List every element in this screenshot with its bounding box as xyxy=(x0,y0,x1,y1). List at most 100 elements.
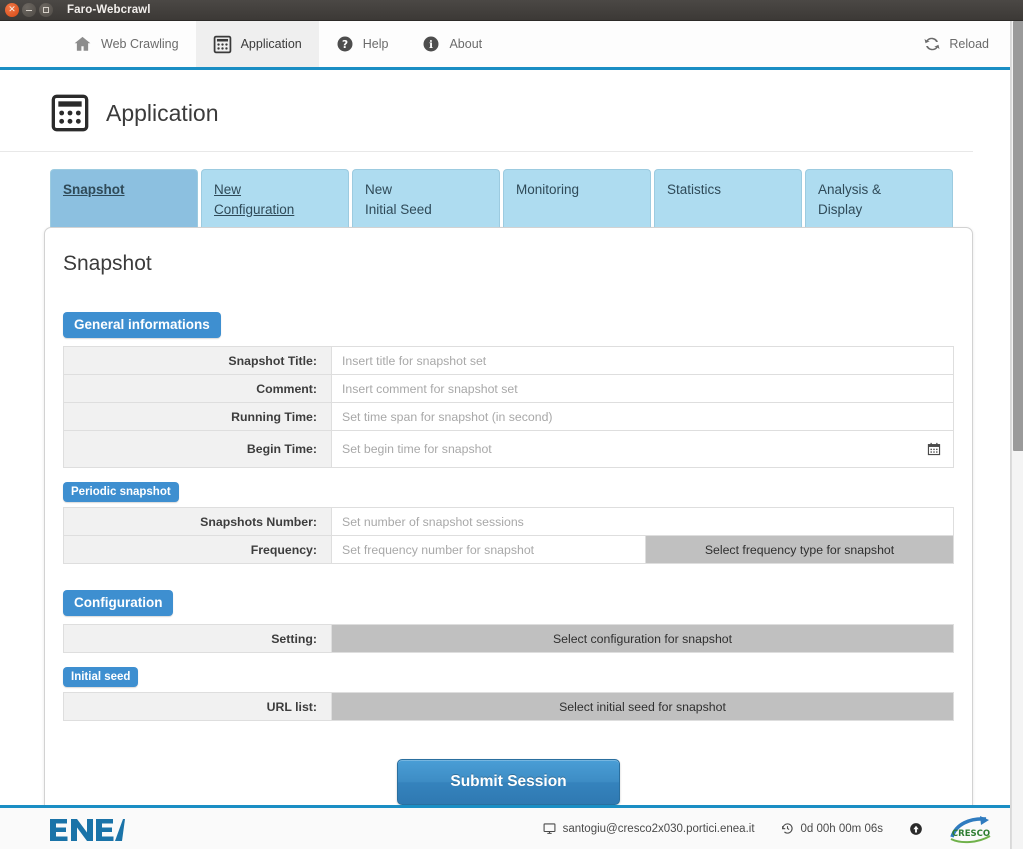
tab-new-configuration[interactable]: New Configuration xyxy=(201,169,349,228)
initial-seed-select[interactable]: Select initial seed for snapshot xyxy=(332,693,953,721)
page-body: Application Snapshot New Configuration N… xyxy=(0,73,1011,805)
footer-status-indicator[interactable] xyxy=(909,822,923,836)
field-label: Snapshot Title: xyxy=(64,347,332,375)
configuration-fields: Setting: Select configuration for snapsh… xyxy=(63,624,954,654)
enea-logo xyxy=(48,816,128,842)
snapshots-number-input[interactable]: Set number of snapshot sessions xyxy=(332,508,953,536)
tab-analysis-display[interactable]: Analysis & Display xyxy=(805,169,953,228)
arrow-up-circle-icon xyxy=(909,822,923,836)
initial-seed-fields: URL list: Select initial seed for snapsh… xyxy=(63,692,954,722)
field-label: Snapshots Number: xyxy=(64,508,332,536)
nav-item-about[interactable]: i About xyxy=(405,21,499,67)
tab-label: Monitoring xyxy=(516,182,580,197)
home-icon xyxy=(73,35,92,53)
configuration-select[interactable]: Select configuration for snapshot xyxy=(332,625,953,653)
nav-item-help[interactable]: ? Help xyxy=(319,21,406,67)
field-row-snapshot-title: Snapshot Title: Insert title for snapsho… xyxy=(64,347,953,376)
svg-text:i: i xyxy=(429,39,433,51)
submit-session-button[interactable]: Submit Session xyxy=(397,759,620,805)
tab-label-line1: Analysis & xyxy=(818,182,882,197)
window-titlebar: ✕ Faro-Webcrawl xyxy=(0,0,1023,21)
tab-monitoring[interactable]: Monitoring xyxy=(503,169,651,228)
section-badge-configuration: Configuration xyxy=(63,590,174,617)
begin-time-input[interactable]: Set begin time for snapshot xyxy=(332,431,953,468)
info-circle-icon: i xyxy=(422,35,440,53)
reload-button[interactable]: Reload xyxy=(906,21,1023,67)
tab-label-line1: New xyxy=(214,182,242,197)
field-row-url-list: URL list: Select initial seed for snapsh… xyxy=(64,693,953,722)
section-badge-periodic: Periodic snapshot xyxy=(63,482,179,503)
tab-label-line2: Initial Seed xyxy=(365,201,432,217)
tab-strip: Snapshot New Configuration New Initial S… xyxy=(0,152,1011,228)
window-title: Faro-Webcrawl xyxy=(67,4,151,16)
minimize-icon[interactable] xyxy=(22,3,36,17)
vertical-scrollbar[interactable] xyxy=(1011,21,1023,849)
field-row-begin-time: Begin Time: Set begin time for snapshot xyxy=(64,431,953,469)
window-controls: ✕ xyxy=(5,3,53,17)
page-title: Application xyxy=(106,99,219,126)
snapshot-title-input[interactable]: Insert title for snapshot set xyxy=(332,347,953,375)
field-label: Setting: xyxy=(64,625,332,653)
nav-label: Help xyxy=(362,37,389,51)
section-badge-general: General informations xyxy=(63,312,221,339)
nav-label: Application xyxy=(240,37,302,51)
nav-label: About xyxy=(449,37,483,51)
tab-label: Snapshot xyxy=(63,182,125,197)
panel-heading: Snapshot xyxy=(63,252,152,276)
frequency-number-input[interactable]: Set frequency number for snapshot xyxy=(332,536,645,564)
frequency-type-select[interactable]: Select frequency type for snapshot xyxy=(645,536,953,564)
reload-icon xyxy=(923,35,941,53)
submit-area: Submit Session xyxy=(61,721,956,805)
footer-host: santogiu@cresco2x030.portici.enea.it xyxy=(543,822,755,835)
snapshot-panel: Snapshot General informations Snapshot T… xyxy=(44,227,973,805)
tab-label-line2: Display xyxy=(818,201,863,217)
field-label: Comment: xyxy=(64,375,332,403)
calendar-icon[interactable] xyxy=(927,442,943,456)
field-label: Running Time: xyxy=(64,403,332,431)
comment-input[interactable]: Insert comment for snapshot set xyxy=(332,375,953,403)
tab-label-line2: Configuration xyxy=(214,201,295,217)
periodic-fields: Snapshots Number: Set number of snapshot… xyxy=(63,507,954,565)
nav-item-application[interactable]: Application xyxy=(195,21,319,67)
page-footer: santogiu@cresco2x030.portici.enea.it 0d … xyxy=(0,805,1011,849)
nav-items: Web Crawling Application ? Help i About xyxy=(56,21,499,67)
field-row-setting: Setting: Select configuration for snapsh… xyxy=(64,625,953,654)
field-row-frequency: Frequency: Set frequency number for snap… xyxy=(64,536,953,565)
page-header: Application xyxy=(0,73,973,152)
footer-uptime: 0d 00h 00m 06s xyxy=(781,822,883,835)
calculator-grid-icon xyxy=(50,93,90,133)
clock-history-icon xyxy=(781,822,794,835)
field-row-running-time: Running Time: Set time span for snapshot… xyxy=(64,403,953,432)
svg-text:CRESCO: CRESCO xyxy=(952,829,990,839)
tab-snapshot[interactable]: Snapshot xyxy=(50,169,198,228)
field-label: Begin Time: xyxy=(64,431,332,468)
nav-item-web-crawling[interactable]: Web Crawling xyxy=(56,21,196,67)
svg-text:?: ? xyxy=(342,39,348,51)
calculator-grid-icon xyxy=(213,35,232,54)
tab-statistics[interactable]: Statistics xyxy=(654,169,802,228)
cresco-logo: CRESCO xyxy=(949,814,993,844)
tab-label: Statistics xyxy=(667,182,722,197)
footer-uptime-text: 0d 00h 00m 06s xyxy=(800,822,883,835)
nav-label: Web Crawling xyxy=(101,37,179,51)
footer-status: santogiu@cresco2x030.portici.enea.it 0d … xyxy=(543,814,1011,844)
tab-new-initial-seed[interactable]: New Initial Seed xyxy=(352,169,500,228)
section-badge-initial-seed: Initial seed xyxy=(63,667,139,688)
field-row-comment: Comment: Insert comment for snapshot set xyxy=(64,375,953,404)
general-fields: Snapshot Title: Insert title for snapsho… xyxy=(63,346,954,469)
close-icon[interactable]: ✕ xyxy=(5,3,19,17)
question-circle-icon: ? xyxy=(336,35,354,53)
field-row-snapshots-number: Snapshots Number: Set number of snapshot… xyxy=(64,508,953,537)
maximize-icon[interactable] xyxy=(39,3,53,17)
top-navigation: Web Crawling Application ? Help i About … xyxy=(0,21,1023,70)
begin-time-placeholder: Set begin time for snapshot xyxy=(342,442,492,457)
monitor-icon xyxy=(543,822,556,835)
field-label: URL list: xyxy=(64,693,332,721)
scrollbar-thumb[interactable] xyxy=(1013,21,1023,451)
app-window: ✕ Faro-Webcrawl Web Crawling Application… xyxy=(0,0,1023,849)
running-time-input[interactable]: Set time span for snapshot (in second) xyxy=(332,403,953,431)
tab-label-line1: New xyxy=(365,182,393,197)
footer-host-text: santogiu@cresco2x030.portici.enea.it xyxy=(562,822,755,835)
reload-label: Reload xyxy=(949,37,989,51)
field-label: Frequency: xyxy=(64,536,332,564)
